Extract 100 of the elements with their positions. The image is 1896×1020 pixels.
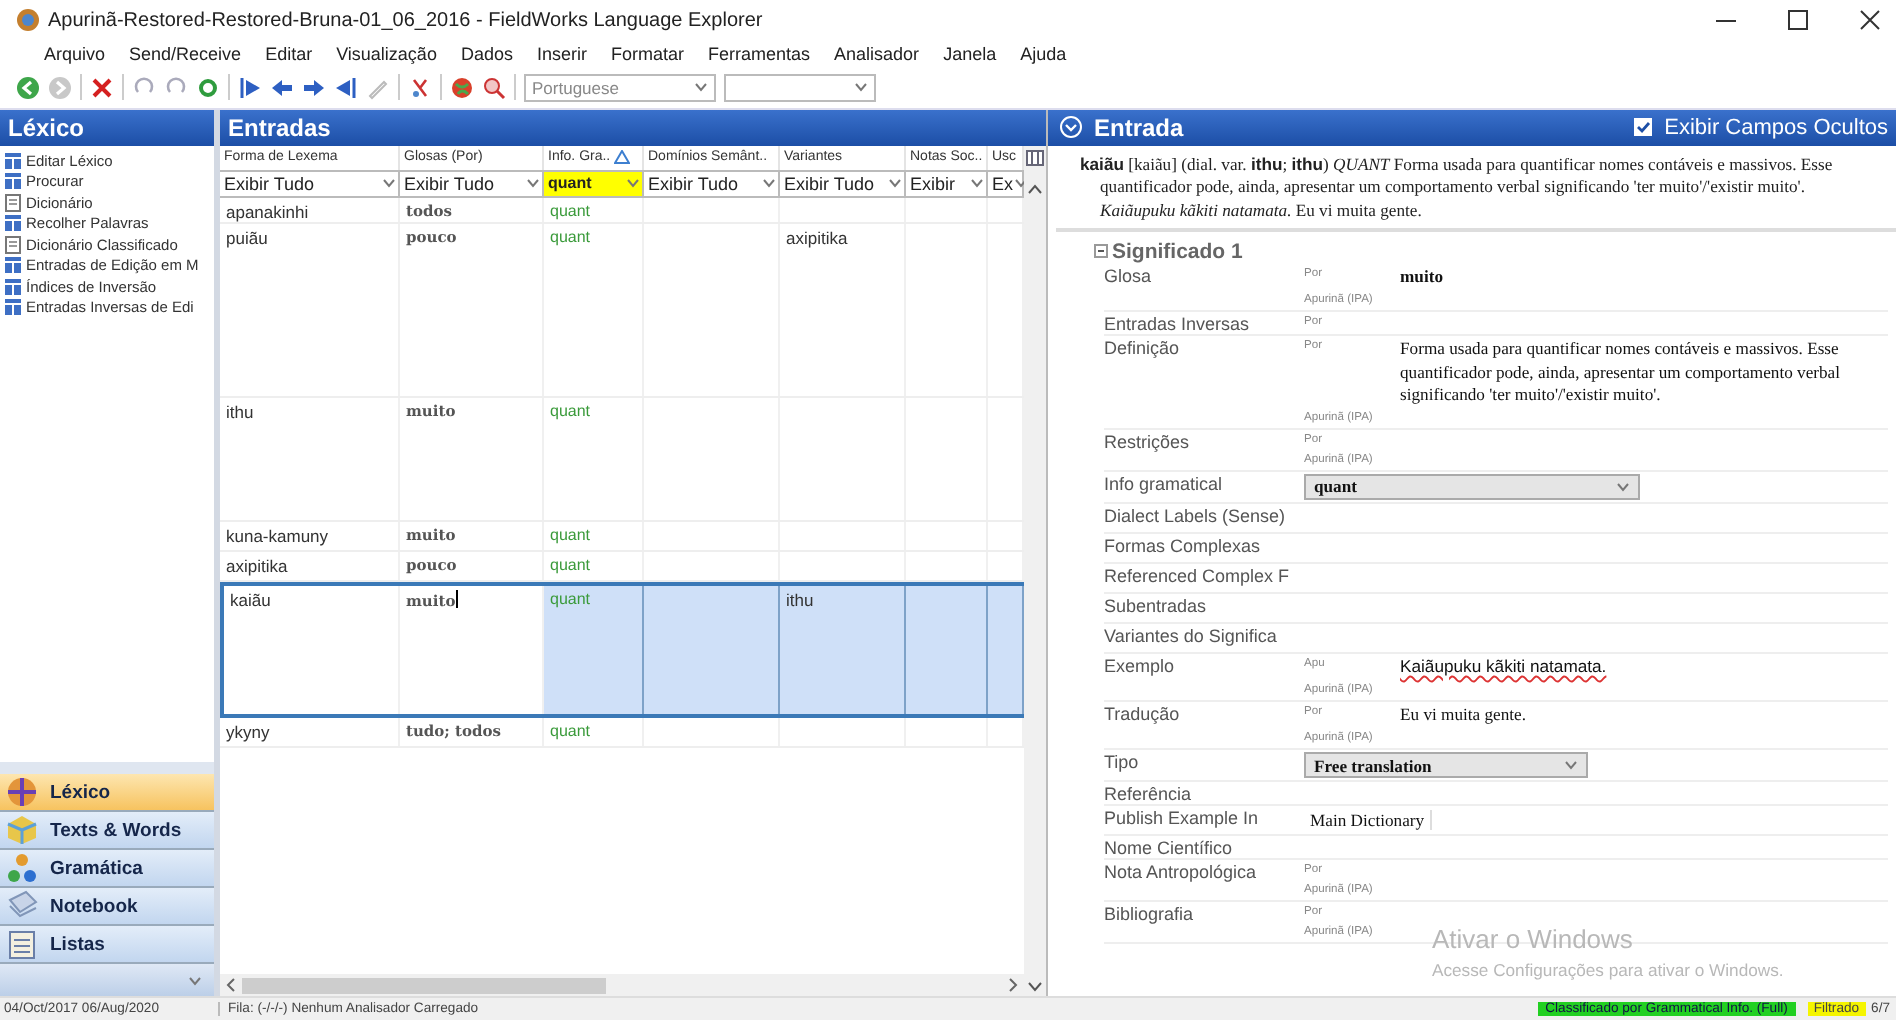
caret-icon <box>970 176 984 191</box>
field-label: Variantes do Significa <box>1104 623 1279 650</box>
menu-item[interactable]: Send/Receive <box>117 44 254 64</box>
delete-icon[interactable] <box>90 75 114 99</box>
filter-combo[interactable]: Exibir <box>906 169 988 198</box>
table-cell: kuna-kamuny <box>220 521 400 550</box>
menu-item[interactable]: Dados <box>448 44 525 64</box>
activation-title: Ativar o Windows <box>1432 924 1635 955</box>
field-value[interactable]: muito <box>1400 264 1888 291</box>
area-button[interactable]: Notebook <box>0 888 214 927</box>
table-cell <box>644 585 780 714</box>
table-cell: axipitika <box>220 551 400 580</box>
table-cell: quant <box>544 397 644 520</box>
caret-icon <box>888 176 902 191</box>
area-button[interactable]: Léxico <box>0 774 214 813</box>
table-cell <box>988 585 1024 714</box>
entry-summary: kaiãu [kaiãu] (dial. var. ithu; ithu) QUANT Forma usada para quantificar nomes contáveis e massivos. Esse quantificador pode, ainda, apresentar um comportamento verbal significando 'ter muito'/'existir muito'. Kaiãupuku kãkiti natamata. Eu vi muita gente. <box>1056 145 1896 233</box>
sidebar-title: Léxico <box>0 109 214 146</box>
menu-item[interactable]: Ajuda <box>1008 44 1079 64</box>
table-cell: quant <box>544 197 644 222</box>
field-label: Publish Example In <box>1104 806 1261 833</box>
table-cell: quant <box>544 223 644 396</box>
filter-combo[interactable]: Ex <box>988 169 1024 198</box>
activation-message: Acesse Configurações para ativar o Windows. <box>1432 960 1784 981</box>
field-label: Referência <box>1104 782 1194 805</box>
filter-combo[interactable]: Exibir Tudo <box>780 169 906 198</box>
pane-title: Entradas <box>220 109 1046 146</box>
table-cell <box>906 585 988 714</box>
lists-icon <box>6 928 38 961</box>
caret-icon <box>626 176 640 191</box>
menu-item[interactable]: Janela <box>931 44 1009 64</box>
sort-icon <box>614 149 631 164</box>
area-button[interactable]: Listas <box>0 926 214 965</box>
table-cell: axipitika <box>780 223 906 396</box>
field-label: Referenced Complex F <box>1104 563 1292 590</box>
app-icon <box>16 8 40 32</box>
menu-item[interactable]: Inserir <box>524 44 599 64</box>
area-button[interactable]: Gramática <box>0 850 214 889</box>
close-icon[interactable] <box>1860 10 1880 30</box>
field-label: Formas Complexas <box>1104 533 1263 560</box>
field-label: Nota Antropológica <box>1104 860 1259 887</box>
column-chooser-icon[interactable] <box>1026 149 1044 166</box>
field-label: Definição <box>1104 336 1182 363</box>
horizontal-scrollbar[interactable] <box>220 974 1024 997</box>
caret-icon <box>526 176 540 191</box>
field-label: Restrições <box>1104 429 1192 456</box>
field-value[interactable]: Forma usada para quantificar nomes contáveis e massivos. Esse quantificador pode, ainda, apresentar um comportamento verbal significando 'ter muito'/'existir muito'. <box>1400 336 1888 408</box>
field-value[interactable]: Kaiãupuku kãkiti natamata. <box>1400 653 1888 681</box>
menu-item[interactable]: Ferramentas <box>696 44 823 64</box>
combo-box[interactable]: quant <box>1304 473 1640 500</box>
previous-icon[interactable] <box>270 75 294 99</box>
globe-icon[interactable] <box>450 75 474 99</box>
filter-combo[interactable]: quant <box>544 169 644 198</box>
checkbox[interactable] <box>1634 118 1653 137</box>
field-label: Tipo <box>1104 750 1141 777</box>
field-label: Subentradas <box>1104 593 1209 620</box>
notebook-icon <box>6 890 38 923</box>
field-label: Bibliografia <box>1104 902 1196 929</box>
table-cell: kaiãu <box>224 585 400 714</box>
table-cell: ithu <box>780 585 906 714</box>
table-cell: ithu <box>220 397 400 520</box>
vertical-scrollbar[interactable] <box>1024 145 1046 997</box>
menu-item[interactable]: Arquivo <box>32 44 118 64</box>
caret-icon <box>382 176 396 191</box>
field-label: Glosa <box>1104 264 1154 291</box>
area-button[interactable]: Texts & Words <box>0 812 214 851</box>
window-title: Apurinã-Restored-Restored-Bruna-01_06_2016 - FieldWorks Language Explorer <box>48 9 763 31</box>
last-record-icon[interactable] <box>334 75 358 99</box>
next-icon[interactable] <box>302 75 326 99</box>
menu-item[interactable]: Analisador <box>822 44 932 64</box>
field-label: Entradas Inversas <box>1104 312 1252 335</box>
writing-system-combo[interactable]: Portuguese <box>524 73 716 101</box>
field-value[interactable]: Eu vi muita gente. <box>1400 702 1888 729</box>
field-value[interactable]: Main Dictionary <box>1304 810 1433 831</box>
menu-item[interactable]: Editar <box>253 44 325 64</box>
caret-icon <box>854 80 868 94</box>
find-icon[interactable] <box>482 75 506 99</box>
caret-icon <box>1616 479 1630 494</box>
field-label: Exemplo <box>1104 653 1177 680</box>
table-cell: quant <box>544 717 644 746</box>
table-cell: apanakinhi <box>220 197 400 222</box>
expand-toggle-icon[interactable] <box>1094 244 1108 259</box>
combo-box[interactable]: Free translation <box>1304 752 1588 779</box>
checkbox-label: Exibir Campos Ocultos <box>1664 115 1888 140</box>
collapse-icon[interactable] <box>1060 116 1082 139</box>
caret-icon <box>694 80 708 94</box>
pane-title: Entrada <box>1094 113 1184 142</box>
section-title: Significado 1 <box>1112 239 1243 264</box>
field-label: Info gramatical <box>1104 471 1225 498</box>
table-cell: puiãu <box>220 223 400 396</box>
filter-combo[interactable]: Exibir Tudo <box>644 169 780 198</box>
filter-combo[interactable]: Exibir Tudo <box>400 169 544 198</box>
maximize-icon[interactable] <box>1788 10 1808 30</box>
menu-item[interactable]: Formatar <box>598 44 696 64</box>
back-icon[interactable] <box>16 75 40 99</box>
table-cell: quant <box>544 585 644 714</box>
caret-icon <box>762 176 776 191</box>
menu-item[interactable]: Visualização <box>324 44 449 64</box>
filter-combo[interactable]: Exibir Tudo <box>220 169 400 198</box>
first-record-icon[interactable] <box>238 75 262 99</box>
